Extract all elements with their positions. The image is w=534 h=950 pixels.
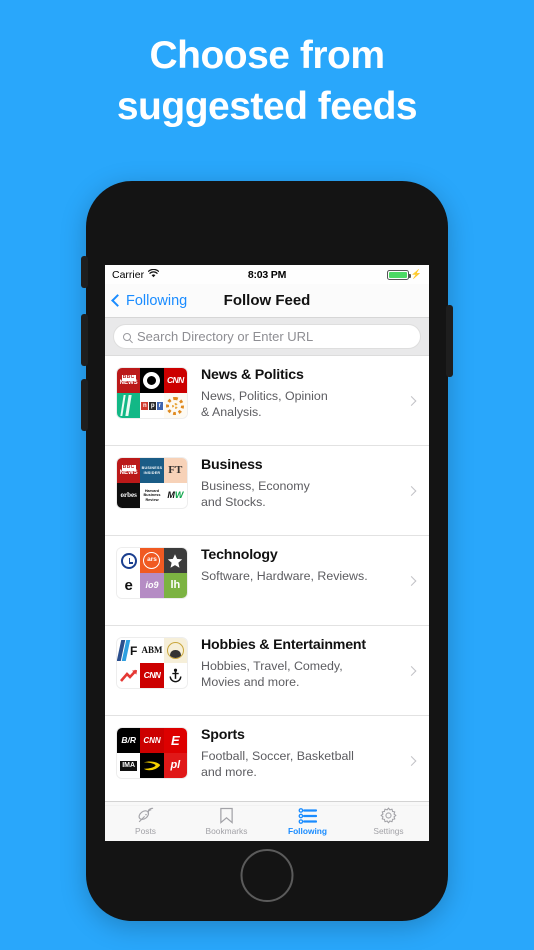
feed-item-description-line-1: Football, Soccer, Basketball [201, 749, 354, 763]
feed-item-text: Sports Football, Soccer, Basketball and mo… [187, 725, 419, 780]
volume-down-button[interactable] [81, 379, 88, 431]
power-button[interactable] [446, 305, 453, 377]
tab-settings[interactable]: Settings [348, 802, 429, 841]
search-placeholder: Search Directory or Enter URL [137, 329, 314, 344]
thumbnail-logo-npr-icon: npr [140, 393, 164, 418]
satellite-dish-icon [137, 807, 154, 824]
feed-category-thumbnail: F ABM CNN [117, 638, 187, 688]
feed-list-item[interactable]: ars e io9 lh Technology Software, Hardware, R… [105, 536, 429, 626]
thumbnail-logo-star-icon [163, 548, 187, 573]
tab-label: Settings [373, 826, 404, 836]
battery-icon [386, 269, 411, 280]
tab-label: Following [287, 825, 328, 836]
back-button-label: Following [126, 292, 188, 309]
thumbnail-logo-abm-icon: ABM [140, 638, 164, 663]
status-bar-time: 8:03 PM [247, 268, 287, 281]
tab-posts[interactable]: Posts [105, 802, 186, 841]
thumbnail-logo-cbc-icon [140, 368, 164, 393]
feed-list-item[interactable]: BBC NEWS BUSINESS INSIDER FT orbes Harvard Busi… [105, 446, 429, 536]
feed-list-item[interactable]: B/R CNN E IMA pl Sports Football, Soccer, Bask… [105, 716, 429, 806]
feed-item-description-line-1: Software, Hardware, Reviews. [201, 569, 368, 583]
thumbnail-logo-espn-icon: E [163, 728, 187, 753]
bookmark-icon [219, 807, 234, 824]
thumbnail-logo-mw-icon: MW [163, 483, 187, 508]
charging-bolt-icon: ⚡ [410, 269, 422, 279]
feed-category-thumbnail: ars e io9 lh [117, 548, 187, 598]
feed-item-title: Technology [201, 547, 278, 563]
tab-following[interactable]: Following [267, 802, 348, 841]
feed-item-title: Hobbies & Entertainment [201, 637, 366, 653]
tab-label: Posts [135, 826, 156, 836]
chevron-left-icon [111, 294, 124, 307]
search-icon [123, 332, 131, 341]
feed-category-thumbnail: B/R CNN E IMA pl [117, 728, 187, 778]
feed-item-description-line-1: News, Politics, Opinion [201, 389, 328, 403]
thumbnail-logo-io9-icon: io9 [140, 573, 164, 598]
thumbnail-logo-ft-icon: FT [163, 458, 187, 483]
feed-item-description-line-2: Movies and more. [201, 675, 300, 689]
list-icon [298, 807, 317, 824]
feed-item-title: News & Politics [201, 367, 304, 383]
status-bar: Carrier 8:03 PM ⚡ [105, 265, 429, 284]
thumbnail-logo-ars-icon: ars [140, 548, 164, 573]
thumbnail-logo-hbr-icon: Harvard Business Review [140, 483, 164, 508]
feed-list-scroll[interactable]: BBC NEWS CNN n p r News & Politics News, Politi… [105, 356, 429, 813]
thumbnail-logo-lifehacker-icon: lh [163, 573, 187, 598]
feed-category-thumbnail: BBC NEWS BUSINESS INSIDER FT orbes Harvard Busi… [117, 458, 187, 508]
feed-item-title: Sports [201, 727, 245, 743]
gear-icon [380, 807, 397, 824]
thumbnail-logo-br-icon: B/R [117, 728, 141, 753]
thumbnail-logo-engadget-icon: e [117, 573, 141, 598]
feed-list-item[interactable]: BBC NEWS CNN n p r News & Politics News, Politi… [105, 356, 429, 446]
thumbnail-logo-clock-icon [117, 548, 141, 573]
thumbnail-logo-pl-icon: pl [163, 753, 187, 778]
feed-item-text: Technology Software, Hardware, Reviews. [187, 545, 419, 584]
thumbnail-logo-cnn-icon: CNN [163, 368, 187, 393]
feed-list: BBC NEWS CNN n p r News & Politics News, Politi… [105, 356, 429, 806]
volume-up-button[interactable] [81, 314, 88, 366]
home-button[interactable] [240, 849, 294, 902]
feed-item-text: News & Politics News, Politics, Opinion & … [187, 365, 419, 420]
thumbnail-logo-bbc-icon: BBC NEWS [117, 368, 141, 393]
phone-mockup: Carrier 8:03 PM ⚡ Following Follow Feed … [81, 181, 453, 921]
feed-item-description-line-2: & Analysis. [201, 405, 262, 419]
thumbnail-logo-ima-icon: IMA [117, 753, 141, 778]
thumbnail-logo-coin-icon [163, 638, 187, 663]
search-input[interactable]: Search Directory or Enter URL [113, 324, 421, 349]
thumbnail-logo-green-icon [117, 393, 141, 418]
feed-item-description-line-2: and Stocks. [201, 495, 266, 509]
search-container: Search Directory or Enter URL [105, 318, 429, 356]
thumbnail-logo-cnn2-icon: CNN [140, 728, 164, 753]
feed-list-item[interactable]: F ABM CNN Hobbies & Entertainment Hobbies, T… [105, 626, 429, 716]
navigation-bar: Following Follow Feed [105, 284, 429, 318]
phone-screen: Carrier 8:03 PM ⚡ Following Follow Feed … [105, 265, 429, 841]
tab-bookmarks[interactable]: Bookmarks [186, 802, 267, 841]
feed-item-text: Business Business, Economy and Stocks. [187, 455, 419, 510]
thumbnail-logo-arrow-icon [117, 663, 141, 688]
feed-item-title: Business [201, 457, 263, 473]
status-bar-right: ⚡ [386, 269, 422, 280]
thumbnail-logo-anchor-icon [163, 663, 187, 688]
headline-line-1: Choose from [149, 34, 385, 77]
feed-item-description-line-1: Hobbies, Travel, Comedy, [201, 659, 343, 673]
thumbnail-logo-forbes-icon: orbes [117, 483, 141, 508]
tab-label: Bookmarks [205, 826, 248, 836]
thumbnail-logo-bi-icon: BUSINESS INSIDER [140, 458, 164, 483]
tab-bar: Posts Bookmarks Following Settings [105, 801, 429, 841]
back-button[interactable]: Following [111, 292, 188, 309]
thumbnail-logo-swoosh-icon [140, 753, 164, 778]
thumbnail-logo-sunburst-icon [163, 393, 187, 418]
feed-item-text: Hobbies & Entertainment Hobbies, Travel, … [187, 635, 419, 690]
feed-item-description-line-1: Business, Economy [201, 479, 310, 493]
page-headline: Choose from suggested feeds [0, 30, 534, 132]
thumbnail-logo-cnn-icon: CNN [140, 663, 164, 688]
feed-item-description-line-2: and more. [201, 765, 257, 779]
feed-category-thumbnail: BBC NEWS CNN n p r [117, 368, 187, 418]
headline-line-2: suggested feeds [116, 85, 418, 128]
silent-switch[interactable] [81, 256, 88, 288]
thumbnail-logo-flipboard-icon: F [117, 638, 141, 663]
thumbnail-logo-bbc-icon: BBC NEWS [117, 458, 141, 483]
